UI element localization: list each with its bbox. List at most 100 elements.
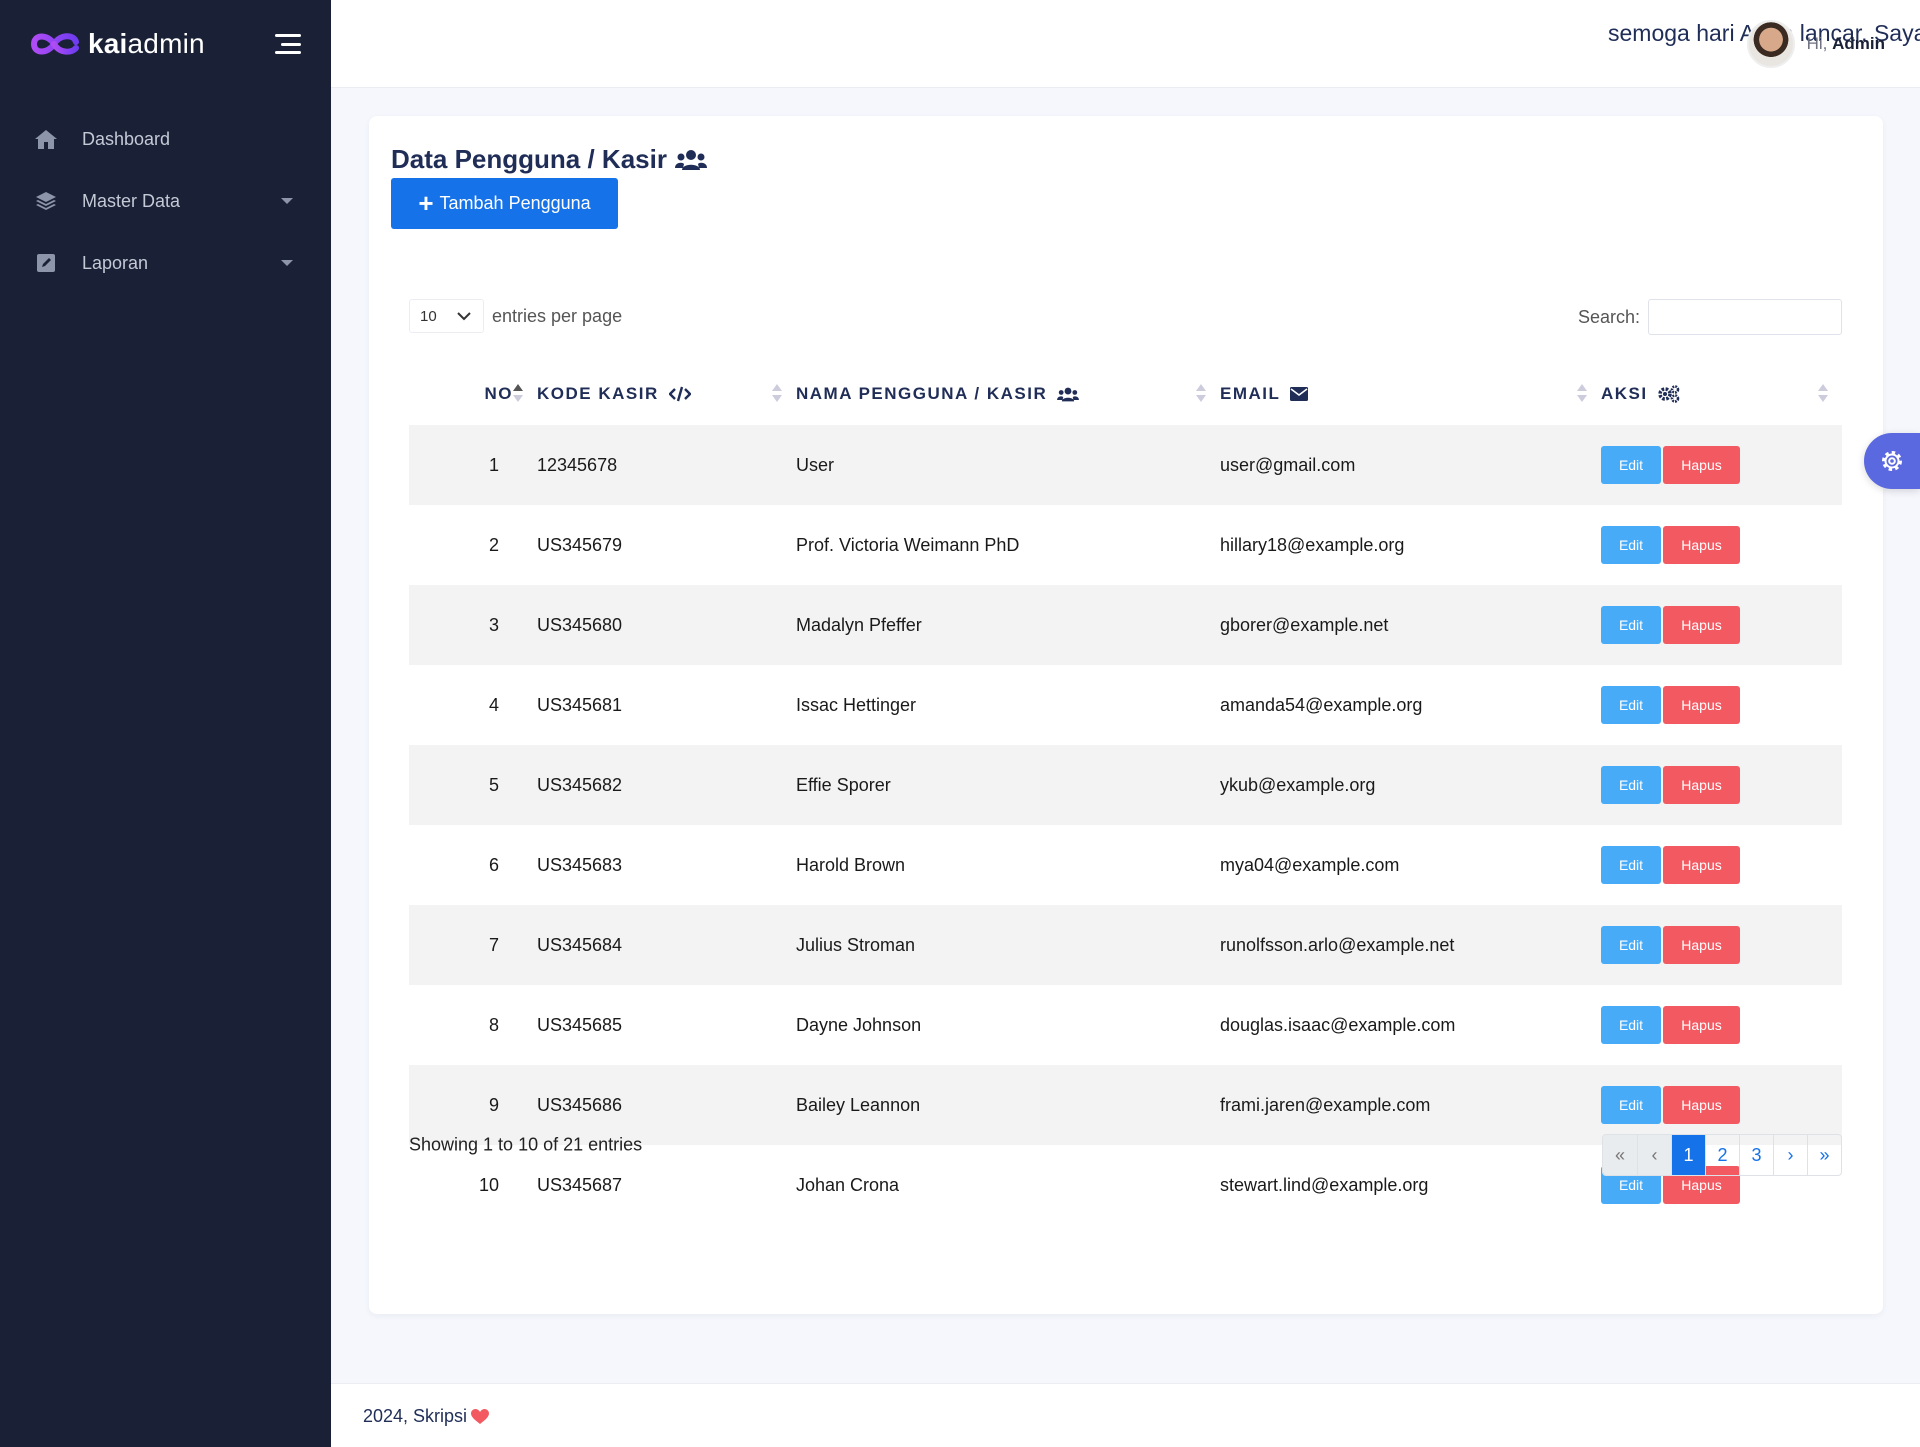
cell-no: 3 [488,614,499,635]
delete-button[interactable]: Hapus [1663,686,1740,724]
menu-toggle-icon[interactable] [275,34,301,54]
table-row: 6 US345683 Harold Brown mya04@example.com Ed… [409,825,1842,905]
cell-aksi: Edit Hapus [1601,985,1842,1065]
table-info: Showing 1 to 10 of 21 entries [409,1134,643,1155]
cell-kode-kasir: US345685 [537,1014,623,1035]
edit-button[interactable]: Edit [1601,446,1661,484]
cell-nama: Julius Stroman [796,934,916,955]
table-row: 8 US345685 Dayne Johnson douglas.isaac@exam… [409,985,1842,1065]
column-header-email[interactable]: EMAIL [1220,362,1601,425]
sidebar-nav: Dashboard Master Data Laporan [0,108,331,294]
cell-aksi: Edit Hapus [1601,825,1842,905]
search-label: Search: [1577,306,1640,327]
entries-length-control: 10 entries per page [409,299,622,333]
edit-button[interactable]: Edit [1601,1086,1661,1124]
chevron-down-icon [457,311,471,320]
column-header-no[interactable]: NO [409,362,537,425]
home-icon [34,127,58,151]
add-user-button[interactable]: + Tambah Pengguna [391,178,618,229]
delete-button[interactable]: Hapus [1663,606,1740,644]
cell-kode-kasir: US345684 [537,934,623,955]
cell-kode-kasir: US345681 [537,694,623,715]
sidebar-item-laporan[interactable]: Laporan [0,232,331,294]
cell-aksi: Edit Hapus [1601,665,1842,745]
delete-button[interactable]: Hapus [1663,526,1740,564]
delete-button[interactable]: Hapus [1663,766,1740,804]
table-search: Search: [1578,299,1842,335]
layers-icon [34,189,58,213]
infinity-logo-icon [30,33,79,55]
sidebar-item-dashboard[interactable]: Dashboard [0,108,331,170]
entries-per-page-select[interactable]: 10 [409,299,484,333]
cell-email: mya04@example.com [1220,854,1400,875]
cell-kode-kasir: US345680 [537,614,623,635]
cell-no: 7 [488,934,499,955]
column-header-kode-kasir[interactable]: KODE KASIR [537,362,796,425]
pagination-page-1[interactable]: 1 [1671,1135,1705,1175]
cell-email: stewart.lind@example.org [1220,1174,1429,1195]
cell-nama: Harold Brown [796,854,906,875]
table-header-row: NO KODE KASIR NAMA PENGGUNA / KASIR EMAI… [409,362,1842,425]
logo-bar: kaiadmin [0,0,331,88]
cell-kode-kasir: 12345678 [537,454,618,475]
column-header-nama[interactable]: NAMA PENGGUNA / KASIR [796,362,1220,425]
edit-button[interactable]: Edit [1601,846,1661,884]
cell-nama: Madalyn Pfeffer [796,614,922,635]
table-row: 5 US345682 Effie Sporer ykub@example.org Edi… [409,745,1842,825]
sort-icon [1196,384,1206,404]
pagination-next[interactable]: › [1773,1135,1807,1175]
column-header-aksi[interactable]: AKSI [1601,362,1842,425]
cell-aksi: Edit Hapus [1601,425,1842,505]
edit-button[interactable]: Edit [1601,686,1661,724]
cell-email: runolfsson.arlo@example.net [1220,934,1455,955]
edit-button[interactable]: Edit [1601,606,1661,644]
delete-button[interactable]: Hapus [1663,846,1740,884]
pagination-page-3[interactable]: 3 [1739,1135,1773,1175]
edit-button[interactable]: Edit [1601,766,1661,804]
cell-aksi: Edit Hapus [1601,905,1842,985]
delete-button[interactable]: Hapus [1663,446,1740,484]
cell-email: amanda54@example.org [1220,694,1423,715]
cell-nama: Effie Sporer [796,774,891,795]
edit-button[interactable]: Edit [1601,526,1661,564]
cell-email: douglas.isaac@example.com [1220,1014,1456,1035]
user-name: Admin [1832,34,1885,53]
user-menu[interactable]: Hi, Admin [1746,20,1885,68]
pagination-prev[interactable]: ‹ [1637,1135,1671,1175]
delete-button[interactable]: Hapus [1663,1006,1740,1044]
cell-email: frami.jaren@example.com [1220,1094,1431,1115]
cell-no: 2 [488,534,499,555]
table-row: 3 US345680 Madalyn Pfeffer gborer@example.n… [409,585,1842,665]
gears-icon [1658,385,1680,403]
sidebar-item-label: Laporan [82,252,149,273]
sidebar-item-master-data[interactable]: Master Data [0,170,331,232]
table-row: 9 US345686 Bailey Leannon frami.jaren@examp… [409,1065,1842,1145]
edit-button[interactable]: Edit [1601,926,1661,964]
chevron-down-icon [281,198,293,204]
pagination-first[interactable]: « [1603,1135,1637,1175]
cell-no: 9 [488,1094,499,1115]
edit-button[interactable]: Edit [1601,1006,1661,1044]
search-input[interactable] [1648,299,1842,335]
edit-icon [34,251,58,275]
delete-button[interactable]: Hapus [1663,926,1740,964]
brand-logo[interactable]: kaiadmin [30,28,205,60]
footer: 2024, Skripsi [331,1383,1920,1447]
envelope-icon [1290,387,1309,402]
delete-button[interactable]: Hapus [1663,1086,1740,1124]
cell-aksi: Edit Hapus [1601,505,1842,585]
settings-button[interactable] [1864,433,1920,489]
users-card: Data Pengguna / Kasir + Tambah Pengguna … [369,116,1883,1314]
cell-no: 4 [488,694,499,715]
sort-icon [772,384,782,404]
cell-no: 6 [488,854,499,875]
sidebar-item-label: Dashboard [82,128,171,149]
gear-icon [1882,451,1902,471]
pagination-last[interactable]: » [1807,1135,1841,1175]
cell-nama: Issac Hettinger [796,694,917,715]
avatar[interactable] [1746,20,1795,68]
pagination-page-2[interactable]: 2 [1705,1135,1739,1175]
code-icon [668,386,691,402]
top-header: semoga hari Anda lancar. Saya i Hi, Admi… [331,0,1920,88]
table-row: 4 US345681 Issac Hettinger amanda54@example… [409,665,1842,745]
